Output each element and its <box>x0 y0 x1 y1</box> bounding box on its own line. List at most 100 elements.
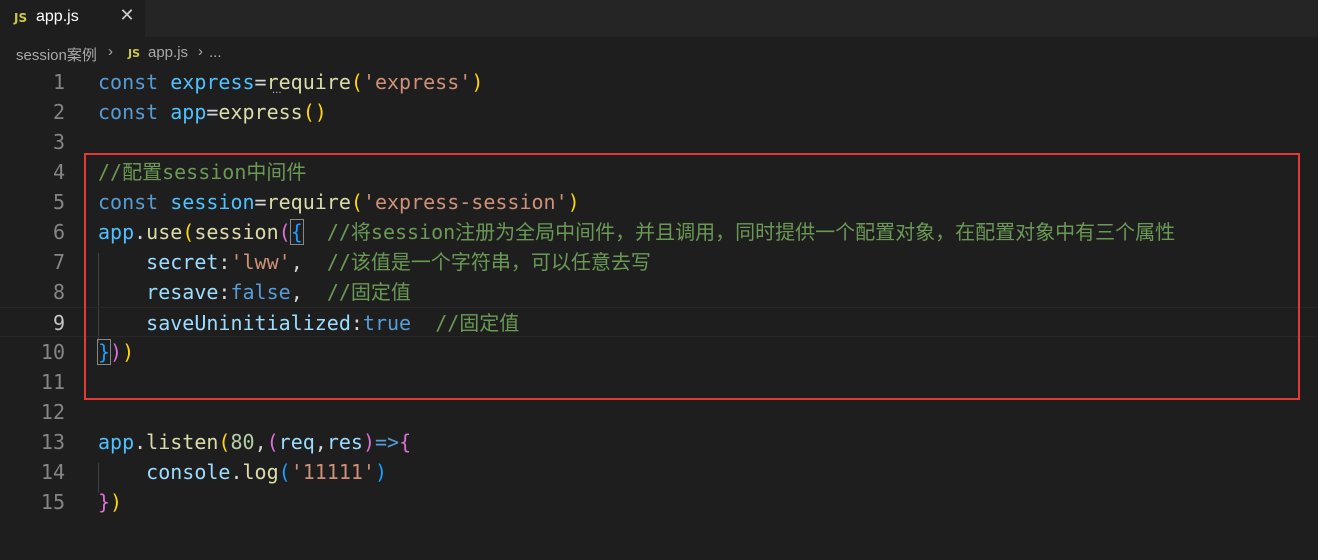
code-token: ( <box>218 430 231 454</box>
code-line[interactable]: 7 secret:'lww', //该值是一个字符串，可以任意去写 <box>0 247 1318 277</box>
code-token: saveUninitialized <box>146 311 351 335</box>
code-text: resave:false, //固定值 <box>98 277 411 307</box>
breadcrumb-file[interactable]: app.js <box>148 44 188 61</box>
code-token: { <box>289 219 304 245</box>
code-token: const <box>98 190 171 214</box>
line-number: 2 <box>52 100 65 124</box>
code-token: ( <box>266 430 279 454</box>
line-number: 11 <box>40 370 65 394</box>
code-token: ) <box>110 490 123 514</box>
code-token: express <box>170 70 255 94</box>
code-token: ( <box>182 220 195 244</box>
code-token: ) <box>374 460 388 484</box>
code-token: ( <box>350 190 363 214</box>
code-line[interactable]: 6 app.use(session({ //将session注册为全局中间件，并且… <box>0 217 1318 247</box>
code-token: { <box>399 430 412 454</box>
close-icon[interactable]: ✕ <box>117 6 137 26</box>
code-token: session <box>194 220 279 244</box>
code-token: ) <box>362 430 375 454</box>
code-token: secret <box>146 250 219 274</box>
code-token: = <box>254 190 267 214</box>
line-number: 14 <box>40 460 65 484</box>
code-token: console <box>146 460 231 484</box>
code-token: listen <box>146 430 219 454</box>
code-token: 'express-session' <box>362 190 568 214</box>
line-number: 15 <box>40 490 65 514</box>
code-token: require <box>266 190 351 214</box>
code-token: true <box>362 311 412 335</box>
line-number: 8 <box>52 280 65 304</box>
code-token: 'express' <box>362 70 472 94</box>
code-line[interactable]: 2 const app=express() <box>0 97 1318 127</box>
javascript-file-icon: JS <box>128 47 141 60</box>
code-line[interactable]: 5 const session=require('express-session'… <box>0 187 1318 217</box>
breadcrumb-folder[interactable]: session案例 <box>16 44 97 65</box>
code-token: req <box>278 430 315 454</box>
code-text: const express=require('express') <box>98 67 483 97</box>
javascript-file-icon: JS <box>14 11 28 25</box>
code-token: session <box>170 190 255 214</box>
code-line[interactable]: 12 <box>0 397 1318 427</box>
code-token: , <box>314 430 327 454</box>
code-token: 80 <box>230 430 255 454</box>
code-token: //该值是一个字符串，可以任意去写 <box>326 250 651 274</box>
code-token: ) <box>110 340 123 364</box>
line-number: 5 <box>52 190 65 214</box>
code-token: express <box>218 100 303 124</box>
code-token: log <box>242 460 279 484</box>
code-text: app.use(session({ //将session注册为全局中间件，并且调… <box>98 217 1175 247</box>
code-token: () <box>302 100 327 124</box>
code-token: //固定值 <box>435 311 520 335</box>
code-line[interactable]: 15}) <box>0 487 1318 517</box>
code-token: } <box>98 490 111 514</box>
code-line[interactable]: 8 resave:false, //固定值 <box>0 277 1318 307</box>
code-token: const <box>98 100 171 124</box>
hint-dots: ··· <box>272 88 282 99</box>
code-line[interactable]: 9 saveUninitialized:true //固定值 <box>0 307 1318 337</box>
code-line[interactable]: 11 <box>0 367 1318 397</box>
line-number: 3 <box>52 130 65 154</box>
code-text: })) <box>96 337 134 367</box>
code-token: app <box>170 100 207 124</box>
code-token: resave <box>146 280 219 304</box>
code-line[interactable]: 3 <box>0 127 1318 157</box>
code-token: 'lww' <box>230 250 291 274</box>
code-token: ( <box>278 220 291 244</box>
code-token: //固定值 <box>326 280 411 304</box>
code-text: const session=require('express-session') <box>98 187 580 217</box>
code-token: . <box>134 430 147 454</box>
code-token: , <box>290 250 327 274</box>
breadcrumb: session案例 › JS app.js › ... <box>0 38 1318 68</box>
code-text: saveUninitialized:true //固定值 <box>98 308 519 338</box>
code-editor[interactable]: 1 const express=require('express') 2 const … <box>0 67 1318 560</box>
code-token: res <box>326 430 363 454</box>
code-token: ( <box>278 460 291 484</box>
code-token: . <box>134 220 147 244</box>
breadcrumb-more[interactable]: ... <box>209 44 222 61</box>
code-text: }) <box>98 487 122 517</box>
line-number: 13 <box>40 430 65 454</box>
code-token: false <box>230 280 291 304</box>
code-token: = <box>254 70 267 94</box>
code-token: app <box>98 430 135 454</box>
code-line[interactable]: 1 const express=require('express') <box>0 67 1318 97</box>
line-number: 4 <box>52 160 65 184</box>
code-token: const <box>98 70 171 94</box>
code-token: use <box>146 220 183 244</box>
code-text: secret:'lww', //该值是一个字符串，可以任意去写 <box>98 247 651 277</box>
code-line[interactable]: 14 console.log('11111') <box>0 457 1318 487</box>
code-token: , <box>254 430 267 454</box>
tab-app-js[interactable]: JS app.js ✕ <box>0 0 145 37</box>
code-token: } <box>96 339 112 365</box>
line-number: 6 <box>52 220 65 244</box>
code-token: : <box>218 250 231 274</box>
code-line[interactable]: 4 //配置session中间件 <box>0 157 1318 187</box>
code-token: ( <box>350 70 363 94</box>
code-line[interactable]: 13 app.listen(80,(req,res)=>{ <box>0 427 1318 457</box>
code-token: '11111' <box>290 460 375 484</box>
line-number: 10 <box>40 340 65 364</box>
code-line[interactable]: 10})) <box>0 337 1318 367</box>
